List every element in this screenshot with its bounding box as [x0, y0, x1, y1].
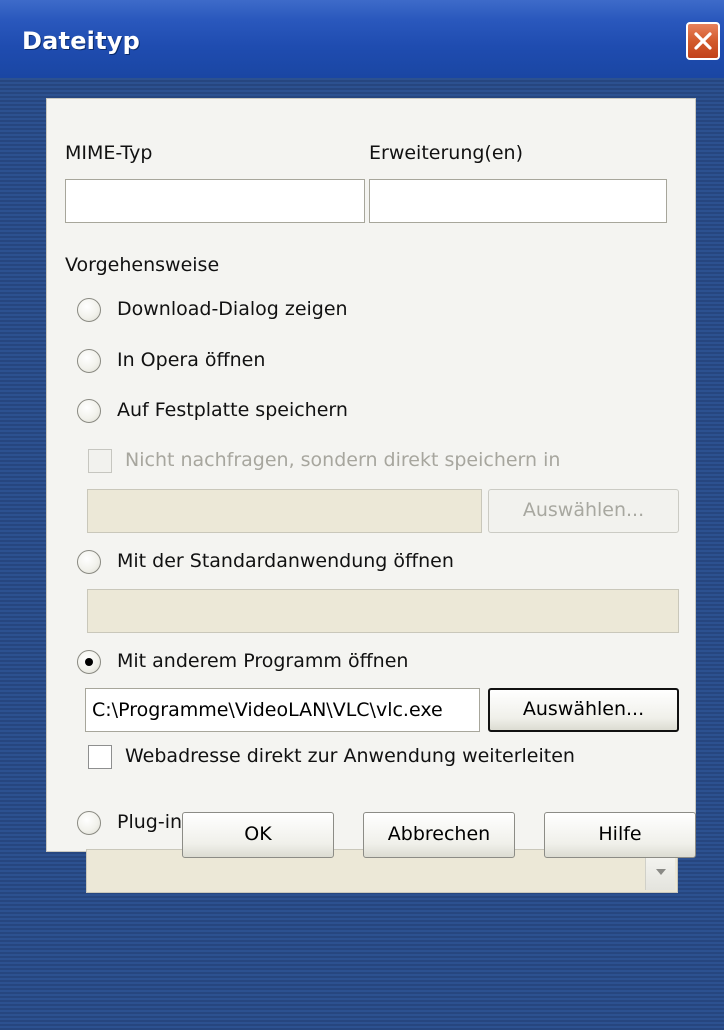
- radio-download-dialog-label: Download-Dialog zeigen: [117, 298, 348, 320]
- radio-save-to-disk-label: Auf Festplatte speichern: [117, 399, 348, 421]
- other-program-path-input[interactable]: C:\Programme\VideoLAN\VLC\vlc.exe: [85, 688, 480, 732]
- other-program-choose-button[interactable]: Auswählen...: [488, 688, 679, 732]
- default-application-path[interactable]: [87, 589, 679, 633]
- save-path-choose-button[interactable]: Auswählen...: [488, 489, 679, 533]
- extensions-label: Erweiterung(en): [369, 142, 523, 164]
- handling-section-label: Vorgehensweise: [65, 254, 220, 276]
- title-bar[interactable]: Dateityp: [0, 0, 724, 78]
- save-path-input[interactable]: [87, 489, 482, 533]
- extensions-input[interactable]: [369, 179, 667, 223]
- radio-download-dialog[interactable]: [77, 298, 101, 322]
- checkbox-save-directly[interactable]: [88, 449, 112, 473]
- cancel-button[interactable]: Abbrechen: [363, 812, 515, 858]
- radio-other-program-label: Mit anderem Programm öffnen: [117, 650, 409, 672]
- help-button[interactable]: Hilfe: [544, 812, 696, 858]
- dialog-client-area: MIME-Typ Erweiterung(en) Vorgehensweise …: [0, 78, 724, 1030]
- ok-button[interactable]: OK: [182, 812, 334, 858]
- checkbox-save-directly-label: Nicht nachfragen, sondern direkt speiche…: [125, 449, 561, 471]
- radio-use-plugin[interactable]: [77, 811, 101, 835]
- settings-panel: MIME-Typ Erweiterung(en) Vorgehensweise …: [46, 98, 696, 852]
- radio-default-application[interactable]: [77, 550, 101, 574]
- radio-save-to-disk[interactable]: [77, 399, 101, 423]
- mime-type-label: MIME-Typ: [65, 142, 153, 164]
- radio-selected-dot: [85, 658, 93, 666]
- radio-other-program[interactable]: [77, 650, 101, 674]
- radio-open-in-opera[interactable]: [77, 349, 101, 373]
- window-title: Dateityp: [22, 27, 140, 55]
- close-icon: [694, 32, 712, 50]
- checkbox-pass-url-label: Webadresse direkt zur Anwendung weiterle…: [125, 745, 575, 767]
- chevron-down-icon: [656, 869, 666, 875]
- dialog-window: Dateityp MIME-Typ Erweiterung(en) Vorgeh…: [0, 0, 724, 1030]
- checkbox-pass-url[interactable]: [88, 745, 112, 769]
- mime-type-input[interactable]: [65, 179, 365, 223]
- radio-open-in-opera-label: In Opera öffnen: [117, 349, 266, 371]
- close-button[interactable]: [686, 22, 720, 60]
- radio-default-application-label: Mit der Standardanwendung öffnen: [117, 550, 454, 572]
